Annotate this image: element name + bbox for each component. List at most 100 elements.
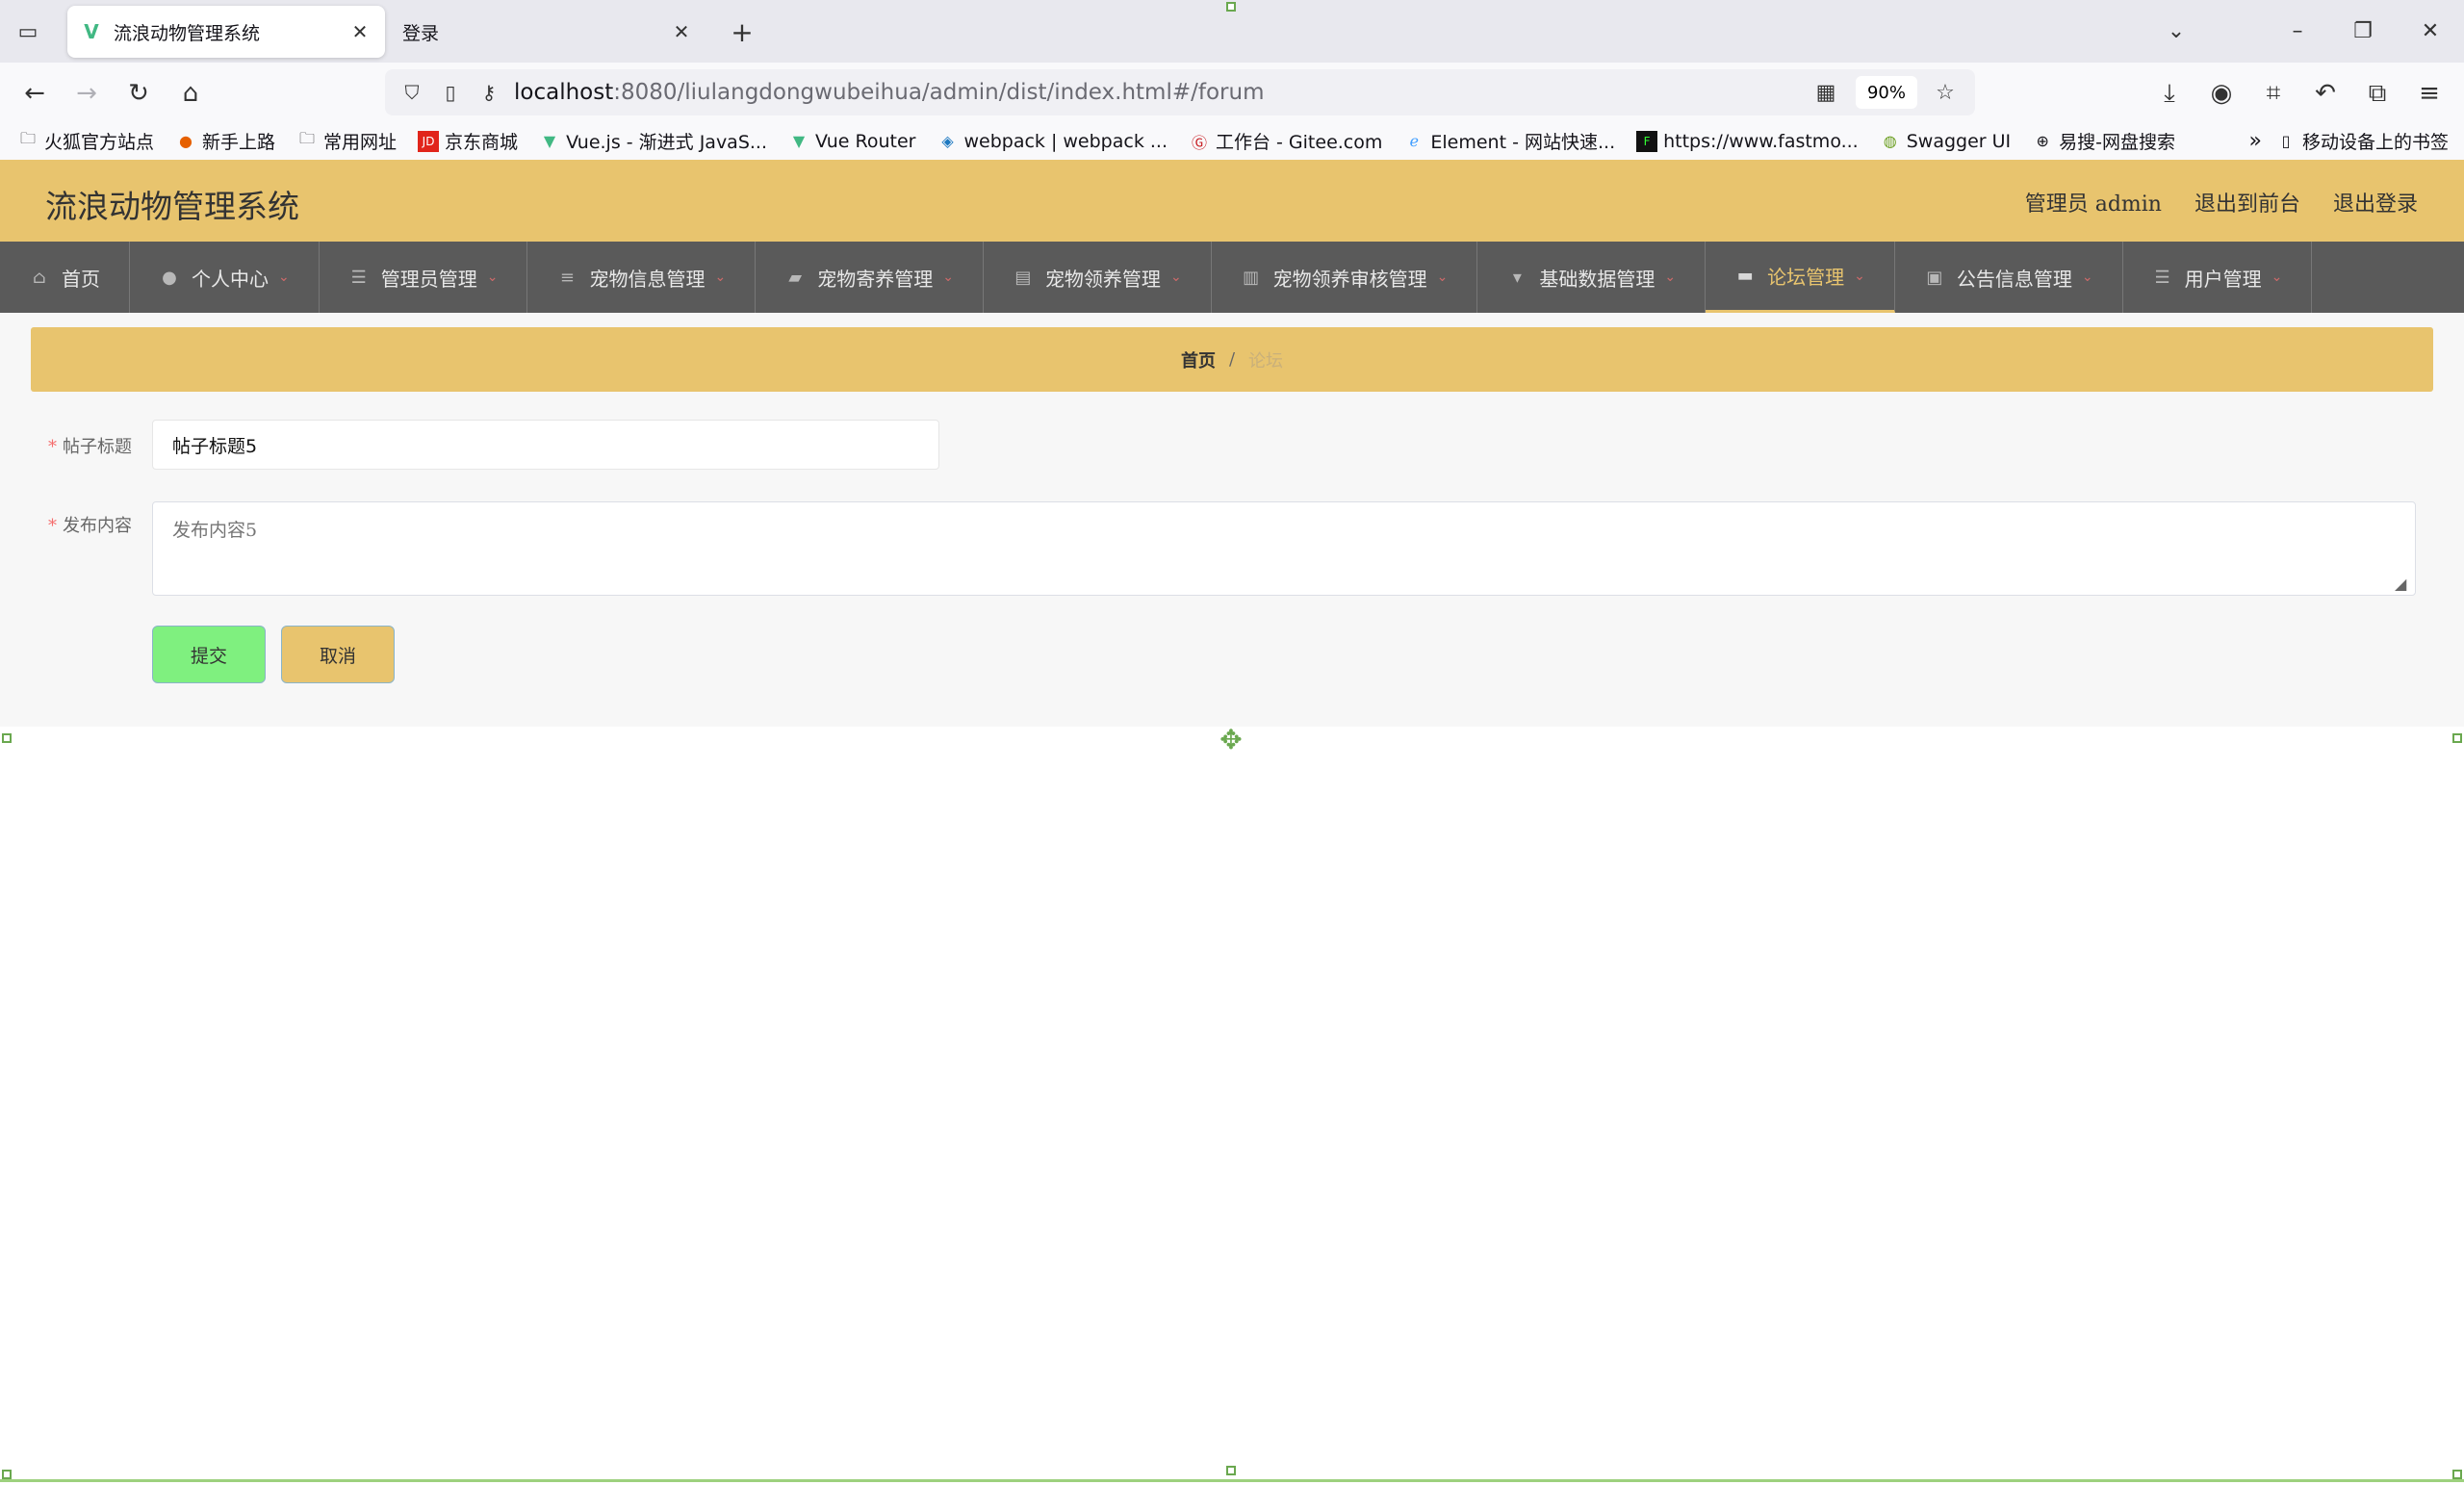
post-title-label: * 帖子标题 [48, 437, 132, 457]
mobile-bookmarks[interactable]: ▯ 移动设备上的书签 [2275, 122, 2449, 160]
jd-icon: JD [418, 130, 440, 152]
zoom-level[interactable]: 90% [1855, 76, 1917, 109]
selection-handle[interactable] [2, 1470, 12, 1479]
vue-logo-icon: V [84, 20, 99, 43]
chevron-double-right-icon[interactable]: » [2249, 122, 2262, 160]
back-icon[interactable]: ← [17, 76, 52, 111]
bookmark-item[interactable]: Fhttps://www.fastmo... [1636, 130, 1859, 152]
bookmark-item[interactable]: ℯ Element - 网站快速... [1403, 128, 1615, 154]
chevron-down-icon: ⌄ [2271, 269, 2283, 285]
back-to-frontend-link[interactable]: 退出到前台 [2194, 187, 2300, 218]
extensions-icon[interactable]: ⧉ [2360, 76, 2395, 111]
vue-icon: ▼ [543, 132, 556, 150]
qr-code-icon[interactable]: ▦ [1811, 78, 1840, 107]
firefox-icon: ● [179, 132, 192, 150]
page-icon[interactable]: ▯ [437, 79, 464, 106]
menu-item-announcement[interactable]: ▣ 公告信息管理 ⌄ [1895, 242, 2123, 313]
home-icon[interactable]: ⌂ [173, 76, 208, 111]
bookmark-item[interactable]: ◍ Swagger UI [1880, 131, 2011, 152]
folder-icon: 🗀 [299, 129, 316, 147]
selection-border [0, 1479, 2464, 1482]
bookmark-item[interactable]: JD 京东商城 [418, 128, 518, 154]
logout-link[interactable]: 退出登录 [2333, 187, 2418, 218]
selection-handle[interactable] [2452, 733, 2462, 743]
selection-handle[interactable] [2, 733, 12, 743]
app-title: 流浪动物管理系统 [45, 188, 299, 225]
crop-icon[interactable]: ⌗ [2256, 76, 2291, 111]
app: 流浪动物管理系统 管理员 admin 退出到前台 退出登录 ⌂ 首页 ● 个人中心 ⌄… [0, 160, 2464, 1485]
bookmark-item[interactable]: ⊕ 易搜-网盘搜索 [2032, 128, 2175, 154]
post-content-label: * 发布内容 [48, 516, 132, 536]
chevron-down-icon: ⌄ [278, 269, 290, 285]
folder-icon: 🗀 [19, 129, 36, 147]
post-content-textarea[interactable] [152, 501, 2416, 596]
menu-item-admin-management[interactable]: ☰ 管理员管理 ⌄ [320, 242, 528, 313]
menu-item-home[interactable]: ⌂ 首页 [0, 242, 130, 313]
chevron-down-icon: ⌄ [2081, 269, 2093, 285]
url-bar[interactable]: ⛉ ▯ ⚷ localhost:8080/liulangdongwubeihua… [385, 69, 1975, 115]
breadcrumb-home[interactable]: 首页 [1181, 347, 1216, 372]
move-icon[interactable]: ✥ [1217, 724, 1245, 755]
account-icon[interactable]: ◉ [2204, 76, 2239, 111]
breadcrumb-separator: / [1228, 349, 1236, 370]
tab-title: 流浪动物管理系统 [114, 22, 261, 44]
post-title-input[interactable]: 帖子标题5 [152, 420, 939, 470]
chevron-down-icon[interactable]: ⌄ [2152, 13, 2200, 48]
sliders-icon: ☰ [350, 267, 367, 288]
menu-item-user-management[interactable]: ☰ 用户管理 ⌄ [2123, 242, 2313, 313]
breadcrumb: 首页 / 论坛 [31, 327, 2433, 392]
globe-icon: ⊕ [2036, 132, 2049, 150]
tab-active[interactable]: V 流浪动物管理系统 ✕ [67, 6, 385, 58]
selection-handle[interactable] [2452, 1470, 2462, 1479]
bookmarks-bar: 🗀 火狐官方站点 ● 新手上路 🗀 常用网址 JD 京东商城 ▼ Vue.js - 渐进式… [0, 122, 2464, 160]
shield-icon[interactable]: ⛉ [398, 79, 425, 106]
home-icon: ⌂ [33, 267, 46, 288]
menu-item-basic-data[interactable]: ▾ 基础数据管理 ⌄ [1477, 242, 1707, 313]
book-icon: ▥ [1243, 267, 1260, 288]
bookmark-item[interactable]: 🗀 常用网址 [296, 128, 397, 154]
resize-handle-icon[interactable]: ◢ [2395, 575, 2412, 593]
key-icon[interactable]: ⚷ [475, 79, 502, 106]
tab-title: 登录 [402, 22, 440, 44]
minimize-icon[interactable]: – [2273, 13, 2322, 48]
bookmark-item[interactable]: ▼ Vue Router [788, 131, 916, 152]
selection-handle[interactable] [1226, 1466, 1236, 1475]
element-icon: ℯ [1409, 132, 1420, 150]
bookmark-item[interactable]: ● 新手上路 [175, 128, 275, 154]
bookmark-item[interactable]: ▼ Vue.js - 渐进式 JavaS... [539, 128, 767, 154]
bookmark-item[interactable]: Ⓖ 工作台 - Gitee.com [1189, 128, 1382, 154]
chevron-down-icon: ⌄ [1664, 269, 1677, 285]
undo-icon[interactable]: ↶ [2308, 76, 2343, 111]
menu-item-pet-foster[interactable]: ▰ 宠物寄养管理 ⌄ [756, 242, 984, 313]
menu-item-pet-info[interactable]: ≡ 宠物信息管理 ⌄ [527, 242, 757, 313]
hamburger-menu-icon[interactable]: ≡ [2412, 76, 2447, 111]
close-icon[interactable]: ✕ [348, 20, 372, 43]
menu-item-forum[interactable]: ▬ 论坛管理 ⌄ [1706, 242, 1895, 313]
cancel-button[interactable]: 取消 [281, 626, 395, 683]
menu-item-personal-center[interactable]: ● 个人中心 ⌄ [130, 242, 320, 313]
menu-item-adoption-review[interactable]: ▥ 宠物领养审核管理 ⌄ [1212, 242, 1478, 313]
nav-toolbar: ← → ↻ ⌂ ⛉ ▯ ⚷ localhost:8080/liulangdong… [0, 63, 2464, 122]
webpack-icon: ◈ [941, 132, 954, 150]
reload-icon[interactable]: ↻ [121, 76, 156, 111]
menu-icon: ☰ [2154, 267, 2170, 288]
restore-icon[interactable]: ❐ [2339, 13, 2387, 48]
sign-icon: ▾ [1512, 267, 1522, 288]
url-text[interactable]: localhost:8080/liulangdongwubeihua/admin… [514, 80, 1811, 105]
chevron-down-icon: ⌄ [942, 269, 954, 285]
gitee-icon: Ⓖ [1191, 133, 1207, 152]
submit-button[interactable]: 提交 [152, 626, 266, 683]
new-tab-icon[interactable]: + [728, 16, 757, 48]
close-icon[interactable]: ✕ [670, 20, 693, 43]
inbox-icon: ▬ [1736, 266, 1754, 286]
bookmark-item[interactable]: 🗀 火狐官方站点 [17, 128, 154, 154]
tab-list-icon[interactable]: ▭ [15, 19, 40, 44]
menu-item-pet-adoption[interactable]: ▤ 宠物领养管理 ⌄ [984, 242, 1212, 313]
tab-login[interactable]: 登录 ✕ [389, 6, 706, 58]
selection-handle[interactable] [1226, 2, 1236, 12]
window-close-icon[interactable]: ✕ [2406, 13, 2454, 48]
bookmark-item[interactable]: ◈ webpack | webpack ... [937, 131, 1168, 152]
download-icon[interactable]: ⤓ [2152, 76, 2187, 111]
star-icon[interactable]: ☆ [1931, 78, 1960, 107]
forward-icon[interactable]: → [69, 76, 104, 111]
